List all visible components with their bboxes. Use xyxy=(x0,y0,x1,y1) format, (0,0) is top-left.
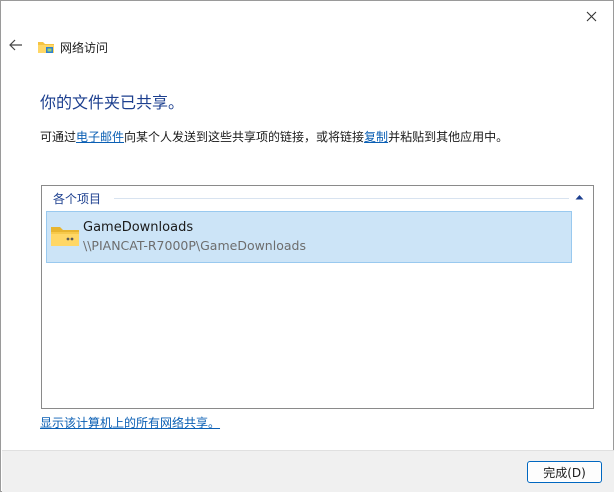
network-folder-icon xyxy=(38,42,54,53)
group-divider xyxy=(114,198,569,199)
shared-items-list[interactable]: 各个项目 GameDownloads \\PIANCAT-R7000P\Game… xyxy=(41,185,594,409)
done-button[interactable]: 完成(D) xyxy=(527,461,602,483)
email-link[interactable]: 电子邮件 xyxy=(76,130,124,144)
group-label: 各个项目 xyxy=(53,192,102,206)
group-collapse-button[interactable] xyxy=(573,191,585,203)
item-name: GameDownloads xyxy=(83,220,194,235)
desc-middle: 向某个人发送到这些共享项的链接，或将链接 xyxy=(124,130,365,144)
item-path: \\PIANCAT-R7000P\GameDownloads xyxy=(83,238,306,253)
desc-suffix: 并粘贴到其他应用中。 xyxy=(388,130,509,144)
window-title: 网络访问 xyxy=(60,41,109,55)
copy-link[interactable]: 复制 xyxy=(364,130,388,144)
close-icon xyxy=(586,11,596,21)
close-button[interactable] xyxy=(577,5,605,27)
group-header[interactable]: 各个项目 xyxy=(42,186,593,208)
desc-prefix: 可通过 xyxy=(40,130,77,144)
dialog-footer: 完成(D) xyxy=(2,450,614,492)
chevron-up-icon xyxy=(575,195,583,200)
share-description: 可通过电子邮件向某个人发送到这些共享项的链接，或将链接复制并粘贴到其他应用中。 xyxy=(40,128,508,145)
page-heading: 你的文件夹已共享。 xyxy=(40,93,185,112)
list-item[interactable]: GameDownloads \\PIANCAT-R7000P\GameDownl… xyxy=(46,211,572,263)
back-button[interactable] xyxy=(7,36,25,54)
show-all-shares-link[interactable]: 显示该计算机上的所有网络共享。 xyxy=(40,414,220,431)
back-arrow-icon xyxy=(9,39,22,51)
dialog-header: 网络访问 xyxy=(1,31,613,61)
shared-folder-icon xyxy=(51,227,79,246)
network-access-dialog: 网络访问 你的文件夹已共享。 可通过电子邮件向某个人发送到这些共享项的链接，或将… xyxy=(0,0,614,492)
